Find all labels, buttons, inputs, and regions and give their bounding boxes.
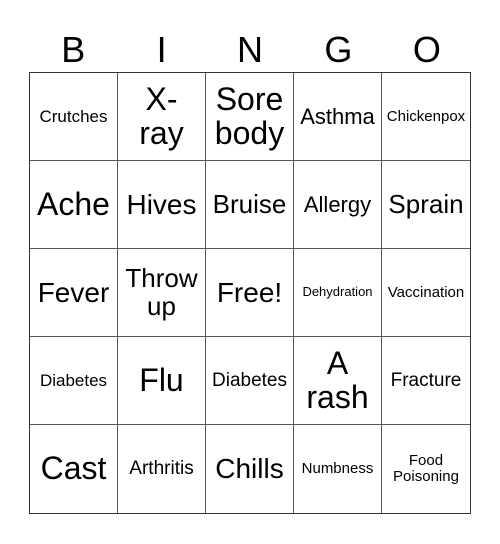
bingo-cell[interactable]: Allergy bbox=[294, 161, 382, 249]
bingo-cell[interactable]: X- ray bbox=[118, 73, 206, 161]
header-letter-b: B bbox=[61, 29, 86, 70]
bingo-cell[interactable]: A rash bbox=[294, 337, 382, 425]
bingo-cell[interactable]: Diabetes bbox=[206, 337, 294, 425]
bingo-cell[interactable]: Bruise bbox=[206, 161, 294, 249]
bingo-cell-label: Allergy bbox=[303, 191, 372, 217]
bingo-cell-label: Hives bbox=[126, 188, 197, 220]
bingo-cell-label: Food Poisoning bbox=[393, 452, 459, 485]
bingo-cell[interactable]: Ache bbox=[30, 161, 118, 249]
bingo-cell[interactable]: Throw up bbox=[118, 249, 206, 337]
bingo-cell-label: Ache bbox=[37, 185, 110, 222]
bingo-cell[interactable]: Sore body bbox=[206, 73, 294, 161]
bingo-cell-label: Fracture bbox=[390, 369, 462, 391]
bingo-cell[interactable]: Hives bbox=[118, 161, 206, 249]
bingo-cell-label: Cast bbox=[40, 450, 107, 487]
bingo-cell-label: Throw up bbox=[125, 263, 198, 321]
bingo-cell-label: Flu bbox=[139, 361, 184, 398]
bingo-cell-label: Fever bbox=[37, 276, 110, 308]
bingo-cell[interactable]: Chickenpox bbox=[382, 73, 470, 161]
free-space-cell[interactable]: Free! bbox=[206, 249, 294, 337]
bingo-cell-label: Diabetes bbox=[212, 369, 287, 391]
bingo-cell-label: A rash bbox=[306, 344, 369, 415]
bingo-cell-label: Numbness bbox=[301, 460, 374, 478]
bingo-cell-label: Diabetes bbox=[39, 370, 108, 390]
bingo-cell[interactable]: Asthma bbox=[294, 73, 382, 161]
bingo-cell-label: Chickenpox bbox=[386, 107, 466, 125]
header-letter-i: I bbox=[156, 29, 167, 70]
bingo-cell-label: Sore body bbox=[214, 80, 285, 151]
header-letter-o: O bbox=[412, 29, 441, 70]
bingo-cell-label: Bruise bbox=[212, 188, 287, 219]
header-letter-n: N bbox=[237, 29, 264, 70]
bingo-cell-label: Free! bbox=[216, 276, 283, 308]
bingo-cell[interactable]: Arthritis bbox=[118, 425, 206, 513]
bingo-cell[interactable]: Chills bbox=[206, 425, 294, 513]
bingo-cell-label: Vaccination bbox=[387, 283, 465, 301]
bingo-cell[interactable]: Numbness bbox=[294, 425, 382, 513]
bingo-cell[interactable]: Dehydration bbox=[294, 249, 382, 337]
bingo-card-grid: Crutches X- ray Sore body Asthma Chickenpox A… bbox=[29, 72, 471, 514]
bingo-cell-label: Asthma bbox=[300, 103, 375, 129]
bingo-cell[interactable]: Vaccination bbox=[382, 249, 470, 337]
bingo-cell-label: Dehydration bbox=[302, 284, 373, 300]
bingo-cell[interactable]: Fracture bbox=[382, 337, 470, 425]
bingo-cell[interactable]: Food Poisoning bbox=[382, 425, 470, 513]
bingo-cell[interactable]: Sprain bbox=[382, 161, 470, 249]
bingo-cell-label: Chills bbox=[215, 453, 284, 485]
bingo-cell-label: Arthritis bbox=[129, 458, 194, 480]
bingo-header: B I N G O bbox=[29, 28, 471, 72]
bingo-cell-label: Sprain bbox=[388, 188, 464, 219]
bingo-cell-label: Crutches bbox=[39, 106, 108, 126]
bingo-cell-label: X- ray bbox=[139, 80, 184, 151]
bingo-cell[interactable]: Flu bbox=[118, 337, 206, 425]
bingo-cell[interactable]: Cast bbox=[30, 425, 118, 513]
header-letter-g: G bbox=[324, 29, 353, 70]
bingo-cell[interactable]: Fever bbox=[30, 249, 118, 337]
bingo-cell[interactable]: Crutches bbox=[30, 73, 118, 161]
bingo-cell[interactable]: Diabetes bbox=[30, 337, 118, 425]
